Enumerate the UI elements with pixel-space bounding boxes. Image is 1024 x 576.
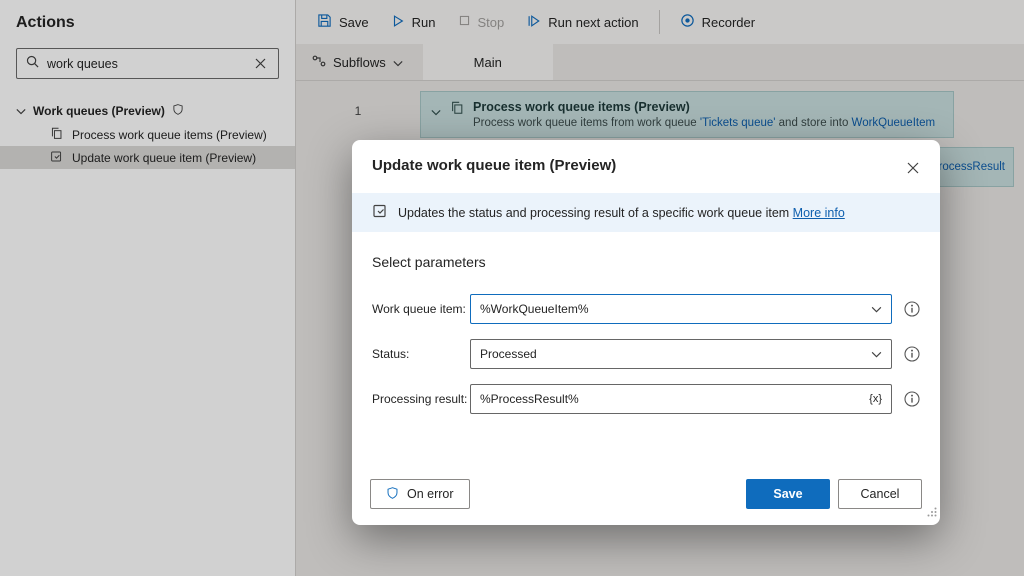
dialog-header: Update work queue item (Preview) xyxy=(352,140,940,193)
on-error-button[interactable]: On error xyxy=(370,479,470,509)
shield-icon xyxy=(386,486,399,503)
app-window: Actions work queues Work queues (Preview… xyxy=(0,0,1024,576)
processing-result-input[interactable]: %ProcessResult% {x} xyxy=(470,384,892,414)
info-text: Updates the status and processing result… xyxy=(398,206,789,220)
dialog-title: Update work queue item (Preview) xyxy=(372,155,616,174)
chevron-down-icon[interactable] xyxy=(871,347,882,361)
field-value: Processed xyxy=(480,347,871,361)
chevron-down-icon[interactable] xyxy=(871,302,882,316)
on-error-label: On error xyxy=(407,487,454,501)
field-label: Status: xyxy=(372,347,470,361)
update-item-icon xyxy=(372,203,388,222)
update-work-queue-item-dialog: Update work queue item (Preview) Updates… xyxy=(352,140,940,525)
info-icon[interactable] xyxy=(904,301,920,317)
resize-grip-icon[interactable] xyxy=(927,504,937,522)
info-icon[interactable] xyxy=(904,346,920,362)
close-icon[interactable] xyxy=(900,155,926,181)
variable-picker-icon[interactable]: {x} xyxy=(861,393,882,405)
select-parameters-heading: Select parameters xyxy=(372,254,920,270)
field-work-queue-item: Work queue item: %WorkQueueItem% xyxy=(372,294,920,324)
more-info-link[interactable]: More info xyxy=(793,206,845,220)
info-icon[interactable] xyxy=(904,391,920,407)
dialog-footer: On error Save Cancel xyxy=(352,465,940,525)
field-status: Status: Processed xyxy=(372,339,920,369)
dialog-body: Select parameters Work queue item: %Work… xyxy=(352,232,940,414)
field-label: Processing result: xyxy=(372,392,470,406)
dialog-info-banner: Updates the status and processing result… xyxy=(352,193,940,232)
dialog-info-text: Updates the status and processing result… xyxy=(398,206,845,220)
status-dropdown[interactable]: Processed xyxy=(470,339,892,369)
field-value: %ProcessResult% xyxy=(480,392,861,406)
dialog-save-button[interactable]: Save xyxy=(746,479,830,509)
dialog-cancel-button[interactable]: Cancel xyxy=(838,479,922,509)
field-processing-result: Processing result: %ProcessResult% {x} xyxy=(372,384,920,414)
work-queue-item-dropdown[interactable]: %WorkQueueItem% xyxy=(470,294,892,324)
field-label: Work queue item: xyxy=(372,302,470,316)
field-value: %WorkQueueItem% xyxy=(480,302,871,316)
